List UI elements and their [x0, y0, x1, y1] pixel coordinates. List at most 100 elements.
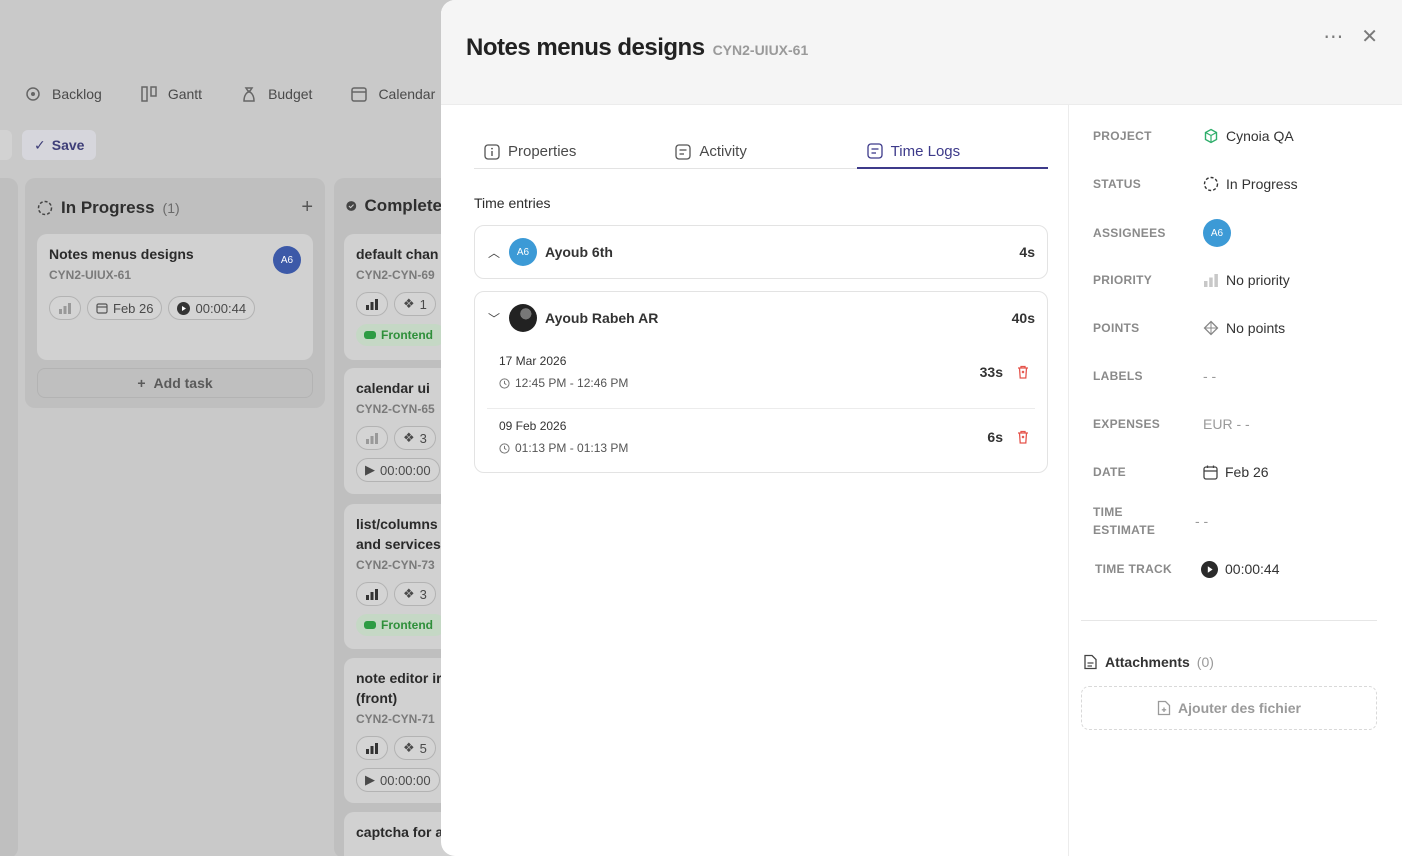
status-value[interactable]: In Progress	[1203, 176, 1298, 192]
properties-sidebar: PROJECT Cynoia QA STATUS In Progress ASS…	[1069, 105, 1402, 856]
view-tab-backlog[interactable]: Backlog	[0, 85, 116, 103]
board-column-left	[0, 178, 18, 856]
priority-chip[interactable]	[356, 582, 388, 606]
view-tab-label: Budget	[268, 86, 313, 102]
log-range-text: 12:45 PM - 12:46 PM	[515, 376, 629, 390]
priority-property: PRIORITY No priority	[1093, 271, 1383, 289]
assignees-value[interactable]: A6	[1203, 219, 1231, 247]
points-chip[interactable]: ❖ 5	[394, 736, 436, 760]
points-icon: ❖	[403, 586, 415, 601]
expenses-value[interactable]: EUR - -	[1203, 416, 1250, 432]
property-label: PROJECT	[1093, 129, 1152, 143]
priority-bars-icon	[59, 303, 71, 314]
expenses-property: EXPENSES EUR - -	[1093, 415, 1383, 433]
timer-chip[interactable]: ▶ 00:00:00	[356, 458, 440, 482]
status-property: STATUS In Progress	[1093, 175, 1383, 193]
view-tab-gantt[interactable]: Gantt	[116, 85, 216, 103]
play-icon	[177, 301, 191, 315]
play-icon: ▶	[365, 462, 375, 477]
timer-chip[interactable]: 00:00:44	[168, 296, 256, 320]
tab-label: Time Logs	[890, 142, 961, 160]
time-entry-header[interactable]: ︿ A6 Ayoub 6th 4s	[475, 226, 1047, 278]
points-chip[interactable]: ❖ 1	[394, 292, 436, 316]
user-name: Ayoub Rabeh AR	[545, 310, 659, 326]
add-files-button[interactable]: Ajouter des fichier	[1081, 686, 1377, 730]
tab-properties[interactable]: Properties	[474, 135, 665, 168]
time-logs-icon	[867, 143, 883, 159]
priority-chip[interactable]	[356, 292, 388, 316]
chip-label: 00:00:00	[380, 772, 431, 788]
task-card[interactable]: Notes menus designs CYN2-UIUX-61 A6 Feb …	[37, 234, 313, 360]
add-task-button[interactable]: + Add task	[37, 368, 313, 398]
priority-bars-icon	[366, 299, 378, 310]
save-view-button[interactable]: ✓ Save	[22, 130, 97, 160]
priority-value[interactable]: No priority	[1203, 272, 1290, 288]
view-tab-calendar[interactable]: Calendar	[326, 85, 449, 103]
timer-chip[interactable]: ▶ 00:00:00	[356, 768, 440, 792]
labels-value[interactable]: - -	[1203, 368, 1216, 384]
date-value[interactable]: Feb 26	[1203, 464, 1269, 480]
avatar[interactable]: A6	[273, 246, 301, 274]
cube-icon	[1204, 128, 1218, 144]
play-icon[interactable]	[1201, 560, 1218, 578]
view-tab-budget[interactable]: Budget	[216, 85, 326, 103]
points-chip[interactable]: ❖ 3	[394, 426, 436, 450]
collapsed-button[interactable]	[0, 130, 12, 160]
project-value[interactable]: Cynoia QA	[1203, 128, 1294, 144]
column-header: Complete	[334, 178, 454, 216]
project-name: Cynoia QA	[1226, 128, 1294, 144]
column-header: In Progress (1) +	[25, 178, 325, 219]
view-tab-label: Gantt	[167, 86, 203, 102]
priority-chip[interactable]	[356, 736, 388, 760]
task-detail-panel: Notes menus designs CYN2-UIUX-61 ⋯ ✕ Pro…	[441, 0, 1402, 856]
chevron-up-icon[interactable]: ︿	[487, 244, 501, 261]
time-estimate-property: TIME ESTIMATE - -	[1093, 503, 1383, 539]
more-options-icon[interactable]: ⋯	[1323, 24, 1343, 49]
time-estimate-value[interactable]: - -	[1195, 513, 1208, 529]
chip-label: 5	[419, 740, 427, 756]
points-icon: ❖	[403, 296, 415, 311]
board-column-completed: Complete default chan CYN2-CYN-69 ❖ 1 Fro…	[334, 178, 484, 856]
avatar: A6	[509, 238, 537, 266]
in-progress-icon	[37, 200, 53, 215]
property-label: LABELS	[1093, 369, 1143, 383]
attachments-header: Attachments (0)	[1083, 654, 1214, 670]
chip-label: 00:00:00	[380, 462, 431, 478]
chevron-down-icon[interactable]: ﹀	[487, 310, 501, 327]
priority-chip[interactable]	[356, 426, 388, 450]
trash-icon[interactable]	[1015, 429, 1031, 445]
document-icon	[1084, 654, 1097, 670]
project-property: PROJECT Cynoia QA	[1093, 127, 1383, 145]
task-title: Notes menus designs	[49, 246, 194, 262]
priority-bars-icon	[366, 433, 378, 444]
page-title[interactable]: Notes menus designs	[466, 34, 705, 62]
save-label: Save	[51, 137, 85, 153]
trash-icon[interactable]	[1015, 364, 1031, 380]
add-icon[interactable]: +	[301, 196, 313, 219]
gantt-icon	[141, 86, 157, 102]
priority-chip[interactable]	[49, 296, 81, 320]
date-chip[interactable]: Feb 26	[87, 296, 163, 320]
avatar	[509, 304, 537, 332]
points-text: No points	[1226, 320, 1286, 336]
points-value[interactable]: No points	[1203, 320, 1285, 336]
log-range-text: 01:13 PM - 01:13 PM	[515, 441, 629, 455]
property-label: POINTS	[1093, 321, 1140, 335]
time-log-row: 17 Mar 2026 12:45 PM - 12:46 PM 33s	[487, 344, 1035, 408]
plus-icon: +	[137, 375, 146, 391]
upload-label: Ajouter des fichier	[1178, 700, 1301, 716]
points-chip[interactable]: ❖ 3	[394, 582, 436, 606]
total-time: 40s	[1011, 310, 1035, 326]
tab-activity[interactable]: Activity	[665, 135, 856, 168]
board-column-in-progress: In Progress (1) + Notes menus designs CY…	[25, 178, 325, 408]
assignees-property: ASSIGNEES A6	[1093, 219, 1383, 247]
points-property: POINTS No points	[1093, 319, 1383, 337]
time-track-value[interactable]: 00:00:44	[1201, 560, 1280, 578]
tab-time-logs[interactable]: Time Logs	[856, 135, 1048, 169]
clock-icon	[499, 377, 510, 389]
time-entry-header[interactable]: ﹀ Ayoub Rabeh AR 40s	[475, 292, 1047, 344]
column-count: (1)	[162, 199, 180, 216]
chip-label: 3	[419, 586, 427, 602]
close-icon[interactable]: ✕	[1361, 24, 1378, 49]
avatar[interactable]: A6	[1203, 219, 1231, 247]
